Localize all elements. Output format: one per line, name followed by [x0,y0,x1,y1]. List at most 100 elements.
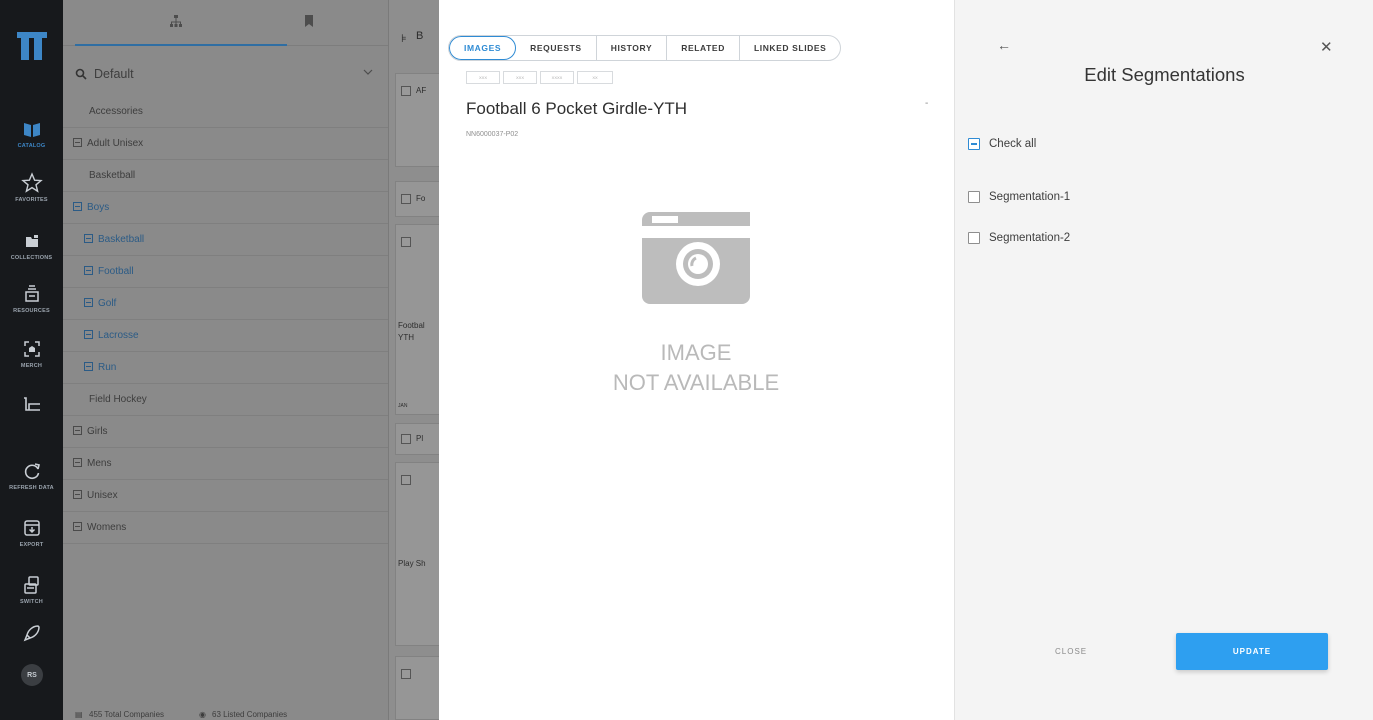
rail-catalog[interactable]: CATALOG [0,118,63,149]
tab-linked-slides[interactable]: LINKED SLIDES [740,36,841,60]
expand-icon[interactable] [84,298,93,307]
update-button[interactable]: UPDATE [1176,633,1328,670]
rail-switch[interactable]: SWITCH [0,574,63,605]
expand-icon[interactable] [73,458,82,467]
checkbox-icon[interactable] [968,191,980,203]
product-card[interactable]: Pl [395,423,440,455]
rail-merch[interactable]: MERCH [0,338,63,369]
tree-item[interactable]: Run [63,352,388,384]
tree-item[interactable]: Womens [63,512,388,544]
filter-icon[interactable]: ⊧ [401,32,407,45]
image-thumbnail[interactable]: XXXX [540,71,574,84]
card-checkbox[interactable] [401,237,411,247]
tree-item[interactable]: Mens [63,448,388,480]
star-icon [20,172,43,193]
image-thumbnail[interactable]: XXX [466,71,500,84]
refresh-icon [24,463,40,480]
app-logo[interactable] [16,32,47,60]
user-avatar[interactable]: RS [21,664,43,686]
tab-hierarchy[interactable] [169,14,183,33]
product-detail-panel: IMAGES REQUESTS HISTORY RELATED LINKED S… [439,0,954,720]
edit-segmentations-panel: ← ✕ Edit Segmentations Check all Segment… [954,0,1373,720]
rail-label: COLLECTIONS [10,255,53,261]
tab-history[interactable]: HISTORY [597,36,668,60]
expand-icon[interactable] [84,266,93,275]
active-tab-indicator [75,44,287,46]
card-checkbox[interactable] [401,669,411,679]
segmentation-option[interactable]: Segmentation-1 [968,189,1070,205]
back-arrow-icon[interactable]: ← [997,37,1011,53]
tree-item[interactable]: Basketball [63,224,388,256]
rail-refresh[interactable]: REFRESH DATA [0,460,63,491]
segmentation-label: Segmentation-2 [989,232,1071,244]
card-checkbox[interactable] [401,475,411,485]
search-icon [75,68,87,80]
expand-icon[interactable] [73,490,82,499]
tree-item[interactable]: Field Hockey [63,384,388,416]
rail-label: REFRESH DATA [9,485,54,491]
no-image-line1: IMAGE [660,340,732,365]
close-icon[interactable]: ✕ [1320,38,1333,56]
rail-cart[interactable] [0,393,63,415]
cart-icon [23,397,40,411]
image-thumbnails: XXX XXX XXXX XX [466,71,613,84]
product-card[interactable]: Play Sh [395,462,440,646]
tree-item[interactable]: Boys [63,192,388,224]
tree-tabs [63,0,388,46]
tab-images[interactable]: IMAGES [449,36,517,60]
expand-icon[interactable] [84,234,93,243]
check-all-checkbox[interactable]: Check all [968,136,1036,152]
panel-title: Edit Segmentations [1084,64,1245,85]
tab-bookmarks[interactable] [302,14,316,33]
tree-filter-select[interactable]: Default [63,58,388,92]
rail-collections[interactable]: COLLECTIONS [0,230,63,261]
product-card[interactable]: Fo [395,181,440,217]
rail-resources[interactable]: RESOURCES [0,283,63,314]
image-thumbnail[interactable]: XXX [503,71,537,84]
checkbox-icon[interactable] [968,232,980,244]
rail-launch[interactable] [0,622,63,644]
tree-item[interactable]: Girls [63,416,388,448]
tree-item[interactable]: Golf [63,288,388,320]
collapse-icon[interactable] [73,202,82,211]
tab-requests[interactable]: REQUESTS [516,36,597,60]
tree-footer: ▤ 455 Total Companies ◉ 63 Listed Compan… [63,706,388,720]
rail-export[interactable]: EXPORT [0,517,63,548]
product-title: Football 6 Pocket Girdle-YTH [466,99,688,118]
close-button[interactable]: CLOSE [1055,647,1087,656]
rail-label: EXPORT [19,542,44,548]
checkbox-partial-icon[interactable] [968,138,980,150]
expand-icon[interactable] [73,426,82,435]
tree-item[interactable]: Basketball [63,160,388,192]
catalog-tree-panel: Default Accessories Adult Unisex Basketb… [63,0,388,720]
rail-label: RESOURCES [13,308,50,314]
tree-item[interactable]: Accessories [63,96,388,128]
catalog-icon [23,123,40,137]
tree-item[interactable]: Lacrosse [63,320,388,352]
total-companies: 455 Total Companies [89,710,165,719]
expand-icon[interactable] [73,138,82,147]
product-card[interactable]: Footbal YTH JAN [395,224,440,415]
expand-icon[interactable] [73,522,82,531]
rail-label: FAVORITES [15,197,48,203]
app-rail: CATALOG FAVORITES COLLECTIONS RESOURCES … [0,0,63,720]
camera-icon [642,212,750,304]
product-sku: NN6000037-P02 [466,131,519,138]
card-checkbox[interactable] [401,86,411,96]
tree-item[interactable]: Adult Unisex [63,128,388,160]
resources-icon [24,285,39,302]
product-card[interactable] [395,656,440,720]
image-thumbnail[interactable]: XX [577,71,613,84]
product-grid: ⊧ B AF Fo Footbal YTH JAN Pl Play Sh [388,0,440,720]
tab-related[interactable]: RELATED [667,36,740,60]
expand-icon[interactable] [84,362,93,371]
segmentation-option[interactable]: Segmentation-2 [968,230,1070,246]
tree-item[interactable]: Football [63,256,388,288]
card-checkbox[interactable] [401,434,411,444]
tree-filter-value: Default [94,67,134,81]
rail-favorites[interactable]: FAVORITES [0,172,63,203]
card-checkbox[interactable] [401,194,411,204]
expand-icon[interactable] [84,330,93,339]
product-card[interactable]: AF [395,73,440,167]
tree-item[interactable]: Unisex [63,480,388,512]
